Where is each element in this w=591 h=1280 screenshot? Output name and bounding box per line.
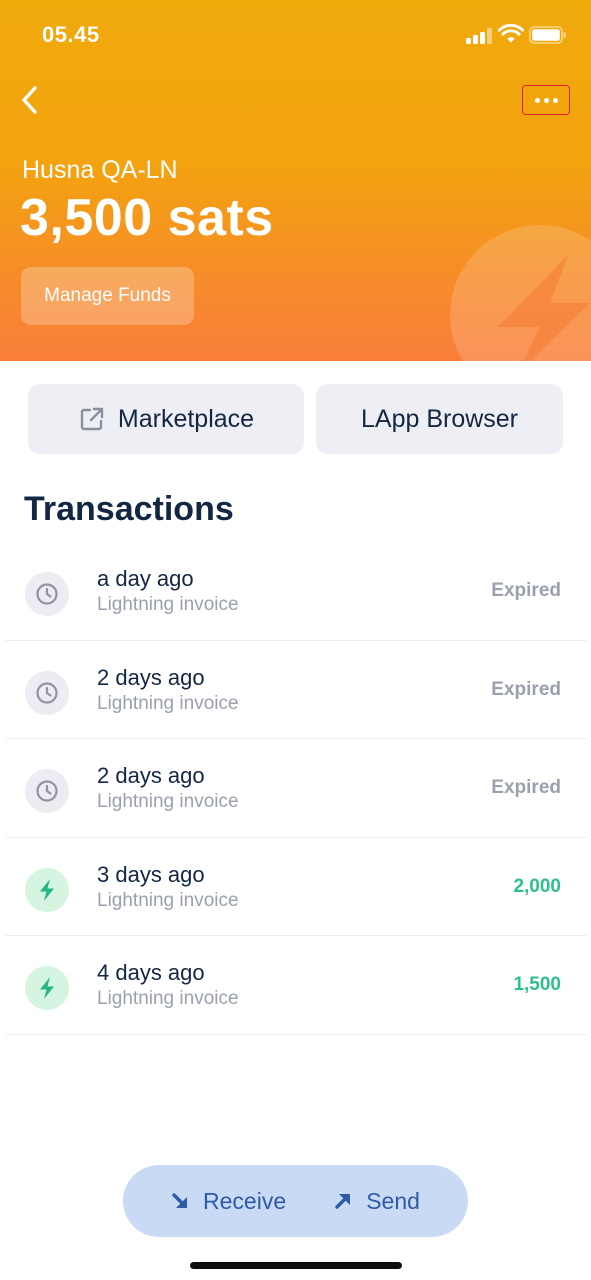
back-button[interactable] [14,84,46,116]
transaction-row[interactable]: 2 days ago Lightning invoice Expired [6,739,586,838]
transaction-type: Lightning invoice [97,791,239,812]
lapp-browser-label: LApp Browser [360,404,519,433]
wallet-name: Husna QA-LN [22,156,178,184]
external-link-icon [80,407,104,431]
transaction-type: Lightning invoice [97,889,239,911]
transaction-status: Expired [491,777,561,798]
receive-send-bar: Receive Send [123,1165,468,1237]
send-button[interactable]: Send [334,1188,420,1215]
transactions-title: Transactions [24,490,234,528]
marketplace-label: Marketplace [117,404,255,433]
arrow-up-right-icon [335,1194,351,1209]
send-label: Send [366,1187,420,1214]
transaction-date: 2 days ago [97,763,205,788]
receive-button[interactable]: Receive [171,1188,286,1215]
wallet-balance: 3,500 sats [20,189,274,247]
more-dot [543,97,549,103]
receive-label: Receive [203,1187,287,1214]
home-indicator [190,1262,402,1269]
chevron-left-icon [22,86,37,114]
clock-icon [25,670,69,715]
status-time: 05.45 [42,22,100,47]
transaction-list: a day ago Lightning invoice Expired 2 da… [6,542,586,1035]
more-dot [552,97,558,103]
lightning-icon [25,867,69,912]
transaction-type: Lightning invoice [97,988,239,1009]
transaction-date: a day ago [97,566,194,591]
clock-icon [25,769,69,813]
wifi-icon [498,24,524,43]
wallet-header: 05.45 Husna QA-LN 3,500 sats Manage Fund… [0,0,591,361]
more-dots-icon [534,97,540,103]
manage-funds-button[interactable]: Manage Funds [21,267,194,325]
transaction-status: Expired [491,580,561,601]
transaction-date: 2 days ago [97,664,205,690]
more-options-button[interactable] [522,85,570,115]
transaction-type: Lightning invoice [97,594,239,615]
transaction-row[interactable]: a day ago Lightning invoice Expired [6,542,586,641]
transaction-status: Expired [491,678,561,700]
transaction-amount: 1,500 [513,974,561,995]
transaction-type: Lightning invoice [97,692,239,714]
transaction-date: 4 days ago [97,960,205,985]
lightning-icon [25,966,69,1010]
clock-icon [25,572,69,616]
marketplace-button[interactable]: Marketplace [28,384,304,454]
lapp-browser-button[interactable]: LApp Browser [316,384,563,454]
transaction-row[interactable]: 3 days ago Lightning invoice 2,000 [6,838,586,936]
lightning-emblem-icon [450,225,591,361]
battery-icon [529,26,566,44]
status-bar: 05.45 [0,0,591,70]
arrow-down-right-icon [172,1193,188,1208]
cellular-signal-icon [466,28,492,44]
transaction-row[interactable]: 4 days ago Lightning invoice 1,500 [6,936,586,1035]
transaction-amount: 2,000 [513,875,561,897]
transaction-row[interactable]: 2 days ago Lightning invoice Expired [6,641,586,739]
transaction-date: 3 days ago [97,861,205,887]
